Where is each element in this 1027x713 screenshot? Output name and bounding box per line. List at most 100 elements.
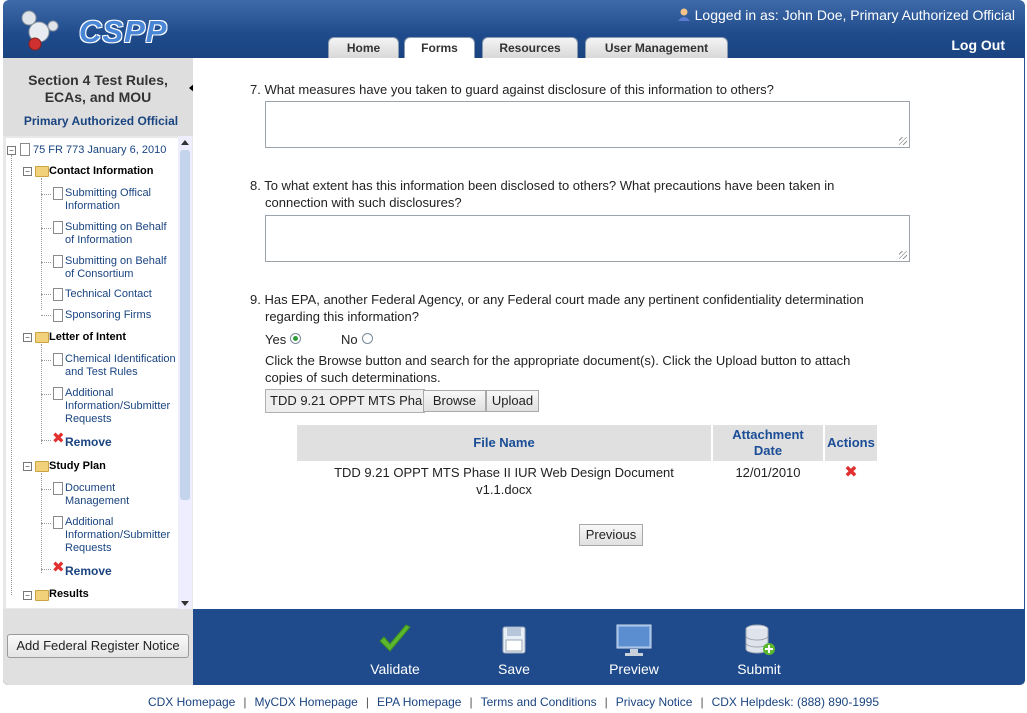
yes-label: Yes [265,332,287,347]
tree-group-study-plan[interactable]: Study Plan [49,460,106,473]
question-7: 7. What measures have you taken to guard… [250,82,774,97]
sidebar-title-line2: ECAs, and MOU [44,89,152,105]
collapse-toggle[interactable]: − [23,167,32,176]
tree-scrollbar[interactable] [178,136,192,609]
footer-link-mycdx-homepage[interactable]: MyCDX Homepage [254,695,357,709]
logo-text: CSPP [79,14,168,49]
column-header-attachment-date: Attachment Date [713,425,823,461]
folder-icon [35,590,49,601]
question-8-line1: 8. To what extent has this information b… [250,178,835,193]
no-label: No [341,332,358,347]
navigation-sidebar: Section 4 Test Rules, ECAs, and MOU Prim… [3,58,193,609]
no-radio[interactable] [361,333,373,344]
tree-item-sponsoring-firms[interactable]: Sponsoring Firms [65,309,177,322]
save-label: Save [498,661,530,677]
tree-item-submitting-consortium[interactable]: Submitting on Behalf of Consortium [65,255,177,281]
scroll-up-icon[interactable] [181,140,189,145]
tree-group-letter-of-intent[interactable]: Letter of Intent [49,331,126,344]
document-icon [53,288,63,301]
preview-button[interactable]: Preview [599,623,669,681]
tab-user-management[interactable]: User Management [585,37,728,58]
tab-home[interactable]: Home [328,37,399,58]
sidebar-title-line1: Section 4 Test Rules, [28,72,168,88]
table-row-file-name: TDD 9.21 OPPT MTS Phase II IUR Web Desig… [297,464,711,498]
add-federal-register-notice-button[interactable]: Add Federal Register Notice [7,634,189,658]
resize-grip-icon[interactable] [899,251,907,259]
question-7-textarea[interactable] [265,101,910,148]
cspp-logo[interactable]: CSPP [17,6,166,52]
action-bar: Add Federal Register Notice Validate Sav… [3,609,1025,685]
browse-button[interactable]: Browse [423,390,486,412]
scroll-down-icon[interactable] [181,601,189,606]
footer-link-epa-homepage[interactable]: EPA Homepage [377,695,462,709]
delete-icon[interactable]: ✖ [844,464,857,481]
remove-study-plan[interactable]: Remove [65,565,112,578]
tree-root[interactable]: 75 FR 773 January 6, 2010 [33,144,166,157]
logout-link[interactable]: Log Out [951,37,1005,53]
database-add-icon [745,624,775,655]
collapse-toggle[interactable]: − [23,591,32,600]
validate-button[interactable]: Validate [360,623,430,681]
action-bar-left: Add Federal Register Notice [3,609,193,685]
save-button[interactable]: Save [479,623,549,681]
checkmark-icon [379,624,411,652]
column-header-actions: Actions [825,425,877,461]
floppy-disk-icon [502,626,526,654]
tree-group-contact-information[interactable]: Contact Information [49,165,154,178]
document-icon [53,187,63,200]
question-9-line1: 9. Has EPA, another Federal Agency, or a… [250,292,864,307]
remove-icon: ✖ [52,559,65,576]
submit-button[interactable]: Submit [724,623,794,681]
file-name-line1: TDD 9.21 OPPT MTS Phase II IUR Web Desig… [334,465,674,480]
yes-radio[interactable] [290,333,302,344]
footer-link-terms[interactable]: Terms and Conditions [481,695,597,709]
remove-letter-of-intent[interactable]: Remove [65,436,112,449]
tree-group-results[interactable]: Results [49,588,89,601]
folder-icon [35,461,49,472]
logged-in-text: Logged in as: John Doe, Primary Authoriz… [694,7,1015,23]
footer-link-privacy[interactable]: Privacy Notice [616,695,693,709]
collapse-toggle[interactable]: − [7,146,16,155]
tree-item-submitting-on-behalf[interactable]: Submitting on Behalf of Information [65,221,177,247]
tree-item-chemical-identification[interactable]: Chemical Identification and Test Rules [65,353,177,379]
scroll-thumb[interactable] [180,150,190,500]
tree-item-submitting-official[interactable]: Submitting Offical Information [65,187,177,213]
tree-item-document-management[interactable]: Document Management [65,482,177,508]
question-9-line2: regarding this information? [265,309,419,324]
question-8-textarea[interactable] [265,215,910,262]
resize-grip-icon[interactable] [899,137,907,145]
molecule-logo-icon [21,10,59,51]
tree-item-technical-contact[interactable]: Technical Contact [65,288,177,301]
folder-icon [35,332,49,343]
tree-item-additional-information[interactable]: Additional Information/Submitter Request… [65,516,177,555]
collapse-toggle[interactable]: − [23,462,32,471]
question-8-line2: connection with such disclosures? [265,195,462,210]
submit-label: Submit [737,661,781,677]
tab-forms[interactable]: Forms [404,37,475,58]
footer-link-helpdesk[interactable]: CDX Helpdesk: (888) 890-1995 [712,695,879,709]
delete-attachment-button[interactable]: ✖ [825,464,877,481]
document-icon [53,387,63,400]
collapse-toggle[interactable]: − [23,333,32,342]
validate-label: Validate [370,661,420,677]
tab-resources[interactable]: Resources [482,37,578,58]
user-icon [677,8,690,21]
footer-link-cdx-homepage[interactable]: CDX Homepage [148,695,235,709]
sidebar-header: Section 4 Test Rules, ECAs, and MOU Prim… [3,58,193,136]
form-tree: − 75 FR 773 January 6, 2010 − Contact In… [6,138,178,608]
no-option[interactable]: No [341,331,373,348]
upload-button[interactable]: Upload [486,390,539,412]
document-icon [53,353,63,366]
document-icon [53,255,63,268]
previous-button[interactable]: Previous [579,524,643,546]
tree-item-additional-information[interactable]: Additional Information/Submitter Request… [65,387,177,426]
upload-instructions-line2: copies of such determinations. [265,370,441,385]
document-icon [53,516,63,529]
attachment-date-line2: Date [753,443,783,458]
preview-label: Preview [609,661,659,677]
folder-icon [35,166,49,177]
document-icon [53,309,63,322]
file-path-input[interactable]: TDD 9.21 OPPT MTS Pha [265,389,425,413]
yes-option[interactable]: Yes [265,331,302,348]
logged-in-status: Logged in as: John Doe, Primary Authoriz… [677,7,1015,23]
